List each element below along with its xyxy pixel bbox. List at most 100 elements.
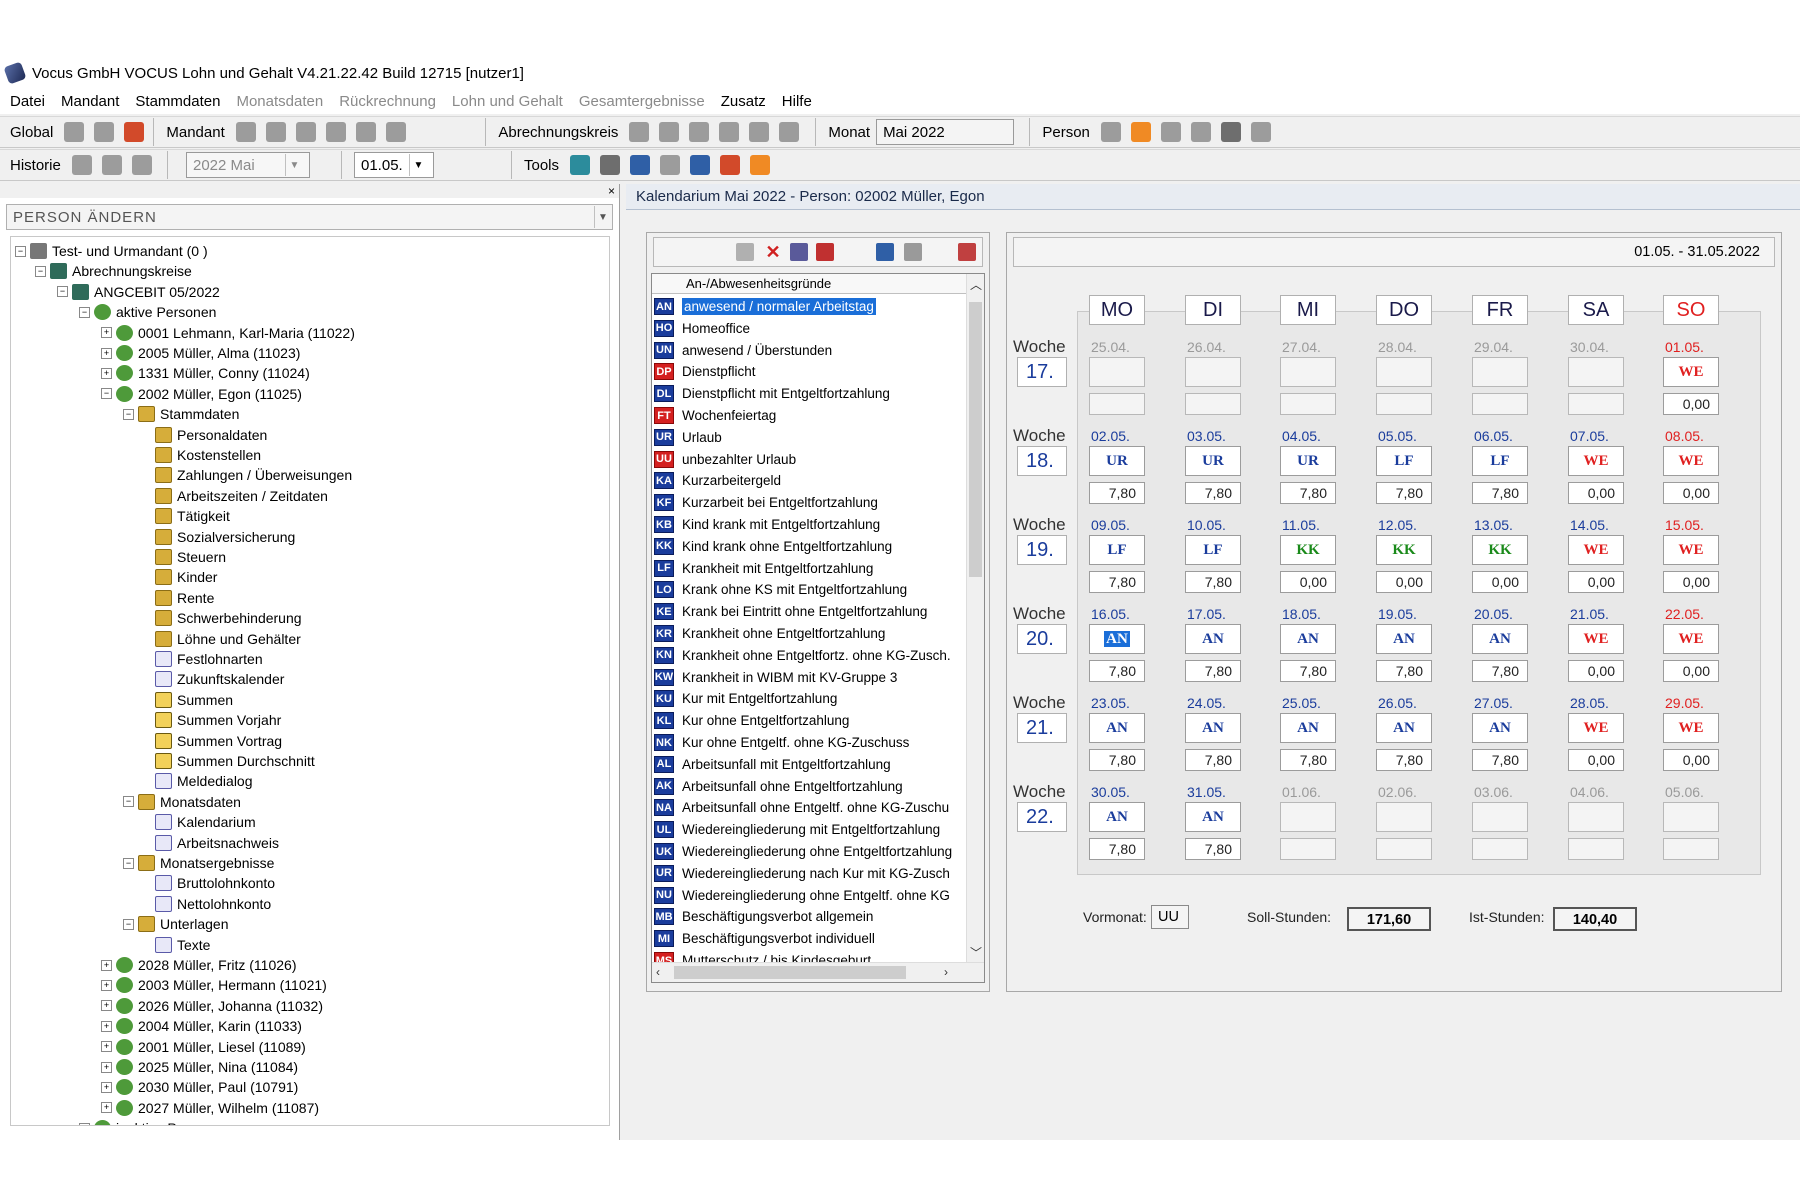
tree-node[interactable]: +2004 Müller, Karin (11033) bbox=[101, 1016, 302, 1036]
tree-node[interactable]: + inaktive Personen bbox=[79, 1118, 227, 1125]
tree-node[interactable]: Festlohnarten bbox=[155, 649, 263, 669]
support-icon[interactable] bbox=[720, 155, 741, 175]
absence-code-field[interactable] bbox=[1663, 802, 1719, 832]
expand-icon[interactable]: + bbox=[101, 1020, 112, 1032]
tree-node[interactable]: − 2002 Müller, Egon (11025) bbox=[101, 384, 302, 404]
absence-code-field[interactable]: UR bbox=[1280, 446, 1336, 476]
scroll-right-icon[interactable]: › bbox=[944, 965, 948, 979]
chevron-down-icon[interactable]: ▼ bbox=[409, 154, 427, 176]
tree-node[interactable]: Schwerbehinderung bbox=[155, 608, 302, 628]
kreis-tool-icon[interactable] bbox=[629, 122, 650, 142]
expand-icon[interactable]: + bbox=[101, 327, 112, 339]
mandant-tool-icon[interactable] bbox=[325, 122, 346, 142]
reason-list-item[interactable]: LO Krank ohne KS mit Entgeltfortzahlung bbox=[652, 579, 964, 600]
hours-field[interactable] bbox=[1376, 393, 1432, 415]
tree-node[interactable]: Bruttolohnkonto bbox=[155, 873, 275, 893]
absence-code-field[interactable]: AN bbox=[1376, 713, 1432, 743]
absence-code-field[interactable]: AN bbox=[1185, 802, 1241, 832]
absence-code-field[interactable]: LF bbox=[1376, 446, 1432, 476]
hours-field[interactable]: 0,00 bbox=[1663, 660, 1719, 682]
edit-icon[interactable] bbox=[736, 243, 754, 261]
tree-node[interactable]: +2005 Müller, Alma (11023) bbox=[101, 343, 300, 363]
tool-icon[interactable] bbox=[600, 155, 621, 175]
tree-node[interactable]: Kostenstellen bbox=[155, 445, 261, 465]
hours-field[interactable]: 0,00 bbox=[1663, 571, 1719, 593]
absence-code-field[interactable]: AN bbox=[1185, 624, 1241, 654]
hours-field[interactable] bbox=[1280, 393, 1336, 415]
global-tool-icon[interactable] bbox=[64, 122, 85, 142]
hours-field[interactable] bbox=[1472, 393, 1528, 415]
reason-list-item[interactable]: UR Urlaub bbox=[652, 427, 964, 448]
tree-node[interactable]: Tätigkeit bbox=[155, 506, 230, 526]
collapse-icon[interactable]: − bbox=[15, 245, 26, 257]
hours-field[interactable]: 7,80 bbox=[1376, 660, 1432, 682]
menu-item[interactable]: Datei bbox=[10, 93, 45, 110]
tree-node[interactable]: +2026 Müller, Johanna (11032) bbox=[101, 996, 323, 1016]
tree-node[interactable]: +2027 Müller, Wilhelm (11087) bbox=[101, 1098, 319, 1118]
kreis-tool-icon[interactable] bbox=[779, 122, 800, 142]
hours-field[interactable] bbox=[1568, 393, 1624, 415]
tool-icon[interactable] bbox=[630, 155, 651, 175]
tree-node[interactable]: +1331 Müller, Conny (11024) bbox=[101, 363, 310, 383]
absence-code-field[interactable]: AN bbox=[1472, 624, 1528, 654]
expand-icon[interactable]: + bbox=[101, 979, 112, 991]
hours-field[interactable]: 7,80 bbox=[1280, 660, 1336, 682]
tree-node[interactable]: Arbeitsnachweis bbox=[155, 833, 279, 853]
absence-code-field[interactable]: AN bbox=[1185, 713, 1241, 743]
absence-code-field[interactable]: AN bbox=[1376, 624, 1432, 654]
hours-field[interactable]: 7,80 bbox=[1185, 571, 1241, 593]
hours-field[interactable] bbox=[1089, 393, 1145, 415]
tool-icon[interactable] bbox=[660, 155, 681, 175]
collapse-icon[interactable]: − bbox=[57, 286, 68, 298]
hours-field[interactable]: 7,80 bbox=[1089, 571, 1145, 593]
tree-node[interactable]: Zahlungen / Überweisungen bbox=[155, 465, 352, 485]
absence-code-field[interactable]: LF bbox=[1089, 535, 1145, 565]
reason-list-item[interactable]: UR Wiedereingliederung nach Kur mit KG-Zu… bbox=[652, 863, 964, 884]
hours-field[interactable]: 7,80 bbox=[1185, 660, 1241, 682]
tree-node[interactable]: − Stammdaten bbox=[123, 404, 239, 424]
hours-field[interactable]: 0,00 bbox=[1568, 571, 1624, 593]
absence-code-field[interactable] bbox=[1089, 357, 1145, 387]
absence-code-field[interactable] bbox=[1280, 357, 1336, 387]
absence-code-field[interactable]: WE bbox=[1568, 535, 1624, 565]
collapse-icon[interactable]: − bbox=[123, 918, 134, 930]
scroll-up-icon[interactable]: ︿ bbox=[970, 276, 982, 293]
expand-icon[interactable]: + bbox=[101, 959, 112, 971]
collapse-icon[interactable]: − bbox=[35, 265, 46, 277]
menu-item[interactable]: Hilfe bbox=[782, 93, 812, 110]
absence-code-field[interactable] bbox=[1568, 802, 1624, 832]
save-icon[interactable] bbox=[1220, 122, 1241, 142]
tool-icon[interactable] bbox=[790, 243, 808, 261]
scroll-left-icon[interactable]: ‹ bbox=[656, 965, 660, 979]
expand-icon[interactable]: + bbox=[101, 1000, 112, 1012]
collapse-icon[interactable]: − bbox=[79, 306, 90, 318]
reason-list-item[interactable]: NK Kur ohne Entgeltf. ohne KG-Zuschuss bbox=[652, 732, 964, 753]
hours-field[interactable]: 0,00 bbox=[1568, 749, 1624, 771]
scroll-down-icon[interactable]: ﹀ bbox=[970, 944, 982, 961]
historie-month-select[interactable]: 2022 Mai ▼ bbox=[186, 152, 310, 178]
absence-code-field[interactable]: UR bbox=[1089, 446, 1145, 476]
absence-code-field[interactable]: WE bbox=[1663, 535, 1719, 565]
reason-list-item[interactable]: UL Wiedereingliederung mit Entgeltfortzah… bbox=[652, 819, 964, 840]
reason-list-item[interactable]: AL Arbeitsunfall mit Entgeltfortzahlung bbox=[652, 754, 964, 775]
hours-field[interactable]: 7,80 bbox=[1089, 838, 1145, 860]
tree-node[interactable]: Texte bbox=[155, 935, 210, 955]
kreis-tool-icon[interactable] bbox=[659, 122, 680, 142]
hours-field[interactable] bbox=[1472, 838, 1528, 860]
copy-icon[interactable] bbox=[876, 243, 894, 261]
tree-node[interactable]: +2003 Müller, Hermann (11021) bbox=[101, 975, 327, 995]
global-tool-icon[interactable] bbox=[94, 122, 115, 142]
tree-node[interactable]: Summen Vorjahr bbox=[155, 710, 281, 730]
hours-field[interactable] bbox=[1568, 838, 1624, 860]
tree-node[interactable]: − Monatsergebnisse bbox=[123, 853, 274, 873]
absence-code-field[interactable] bbox=[1185, 357, 1241, 387]
hours-field[interactable]: 7,80 bbox=[1472, 749, 1528, 771]
tree-node[interactable]: Löhne und Gehälter bbox=[155, 629, 301, 649]
horizontal-scrollbar[interactable]: ‹ › bbox=[652, 962, 984, 982]
tree-node[interactable]: Meldedialog bbox=[155, 771, 253, 791]
person-tool-icon[interactable] bbox=[1250, 122, 1271, 142]
person-tool-icon[interactable] bbox=[1190, 122, 1211, 142]
kreis-tool-icon[interactable] bbox=[719, 122, 740, 142]
tree-node[interactable]: Zukunftskalender bbox=[155, 669, 284, 689]
absence-code-field[interactable]: KK bbox=[1280, 535, 1336, 565]
